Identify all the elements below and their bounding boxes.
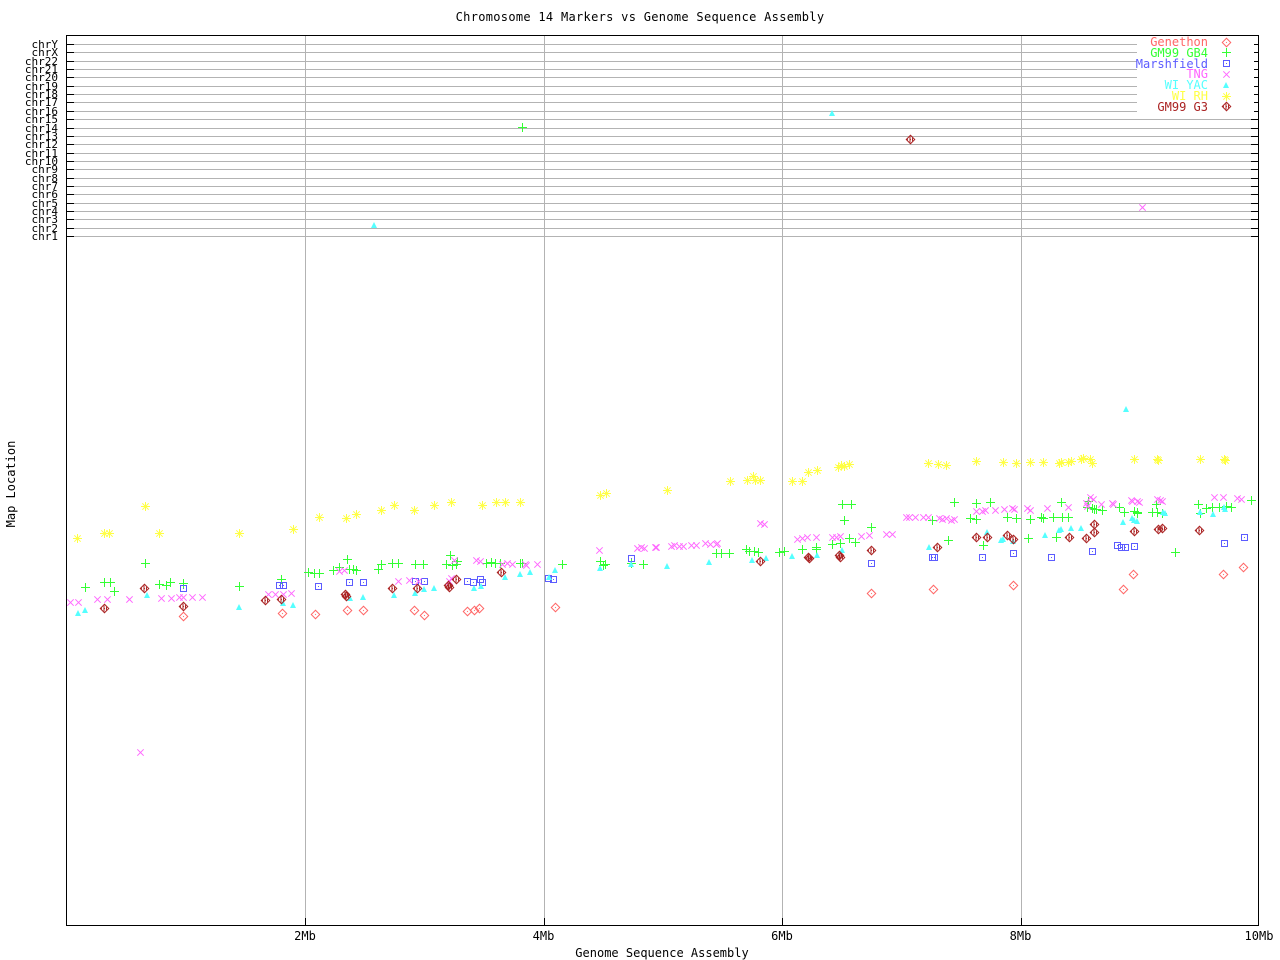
xtick-label-2mb: 2Mb	[294, 929, 316, 943]
left-tick-chrX	[67, 52, 74, 54]
left-tick-chr10	[67, 160, 74, 162]
right-tick-chr6	[1251, 194, 1258, 196]
left-tick-chr4	[67, 211, 74, 212]
legend-marker-gm99-g3	[1221, 101, 1231, 112]
x-tick-2mb	[305, 918, 306, 925]
legend-entry-gm99-g3: GM99 G3	[1126, 99, 1251, 114]
right-tick-chr7	[1251, 185, 1258, 187]
legend-marker-tng	[1221, 69, 1231, 79]
xtick-label-4mb: 4Mb	[532, 929, 555, 943]
left-tick-chr18	[67, 94, 74, 96]
left-tick-chr12	[67, 144, 74, 146]
x-tick-4mb	[543, 918, 545, 925]
x-axis-title: Genome Sequence Assembly	[575, 946, 749, 960]
right-tick-chr8	[1251, 177, 1258, 179]
right-tick-chr14	[1251, 127, 1258, 129]
xtick-label-10mb: 10Mb	[1244, 929, 1274, 943]
left-tick-chr1	[67, 236, 74, 238]
xtick-label-6mb: 6Mb	[771, 929, 793, 943]
right-tick-chr9	[1251, 169, 1258, 171]
right-tick-chr11	[1251, 152, 1258, 154]
left-tick-chr17	[67, 102, 74, 104]
x-tick-6mb	[782, 918, 783, 925]
left-tick-chr16	[67, 110, 74, 112]
left-tick-chr8	[67, 177, 74, 179]
left-tick-chr19	[67, 85, 74, 87]
left-tick-chrY	[67, 44, 74, 45]
left-tick-chr20	[67, 77, 74, 79]
left-tick-chr6	[67, 194, 74, 196]
left-tick-chr13	[67, 135, 74, 137]
legend-label-gm99-g3: GM99 G3	[1157, 99, 1208, 114]
x-tick-8mb	[1020, 918, 1022, 925]
xtick-label-8mb: 8Mb	[1009, 929, 1032, 943]
left-tick-chr9	[67, 169, 74, 171]
left-tick-chr3	[67, 219, 74, 221]
plot-border	[66, 35, 1259, 926]
right-tick-chr4	[1251, 211, 1258, 212]
legend-marker-gm99-gb4	[1221, 48, 1231, 58]
left-tick-chr14	[67, 127, 74, 129]
left-tick-chr7	[67, 185, 74, 187]
right-tick-chr1	[1251, 236, 1258, 238]
right-tick-chr5	[1251, 202, 1258, 204]
left-tick-chr21	[67, 69, 74, 71]
left-tick-chr15	[67, 119, 74, 121]
legend-marker-marshfield	[1221, 59, 1231, 69]
ytick-label-chr1: chr1	[31, 230, 59, 244]
left-tick-chr11	[67, 152, 74, 154]
legend-marker-wi-rh	[1221, 91, 1231, 101]
right-tick-chr15	[1251, 119, 1258, 121]
chart-title: Chromosome 14 Markers vs Genome Sequence…	[455, 10, 825, 24]
chart-canvas: Chromosome 14 Markers vs Genome Sequence…	[0, 0, 1280, 960]
left-tick-chr5	[67, 202, 74, 204]
legend-marker-genethon	[1221, 37, 1231, 47]
legend-marker-wi-yac	[1221, 80, 1231, 90]
right-tick-chr10	[1251, 160, 1258, 162]
y-axis-title: Map Location	[4, 440, 18, 528]
left-tick-chr2	[67, 227, 74, 229]
left-tick-chr22	[67, 60, 74, 62]
right-tick-chr12	[1251, 144, 1258, 146]
right-tick-chr13	[1251, 135, 1258, 137]
right-tick-chr3	[1251, 219, 1258, 221]
right-tick-chr2	[1251, 227, 1258, 229]
